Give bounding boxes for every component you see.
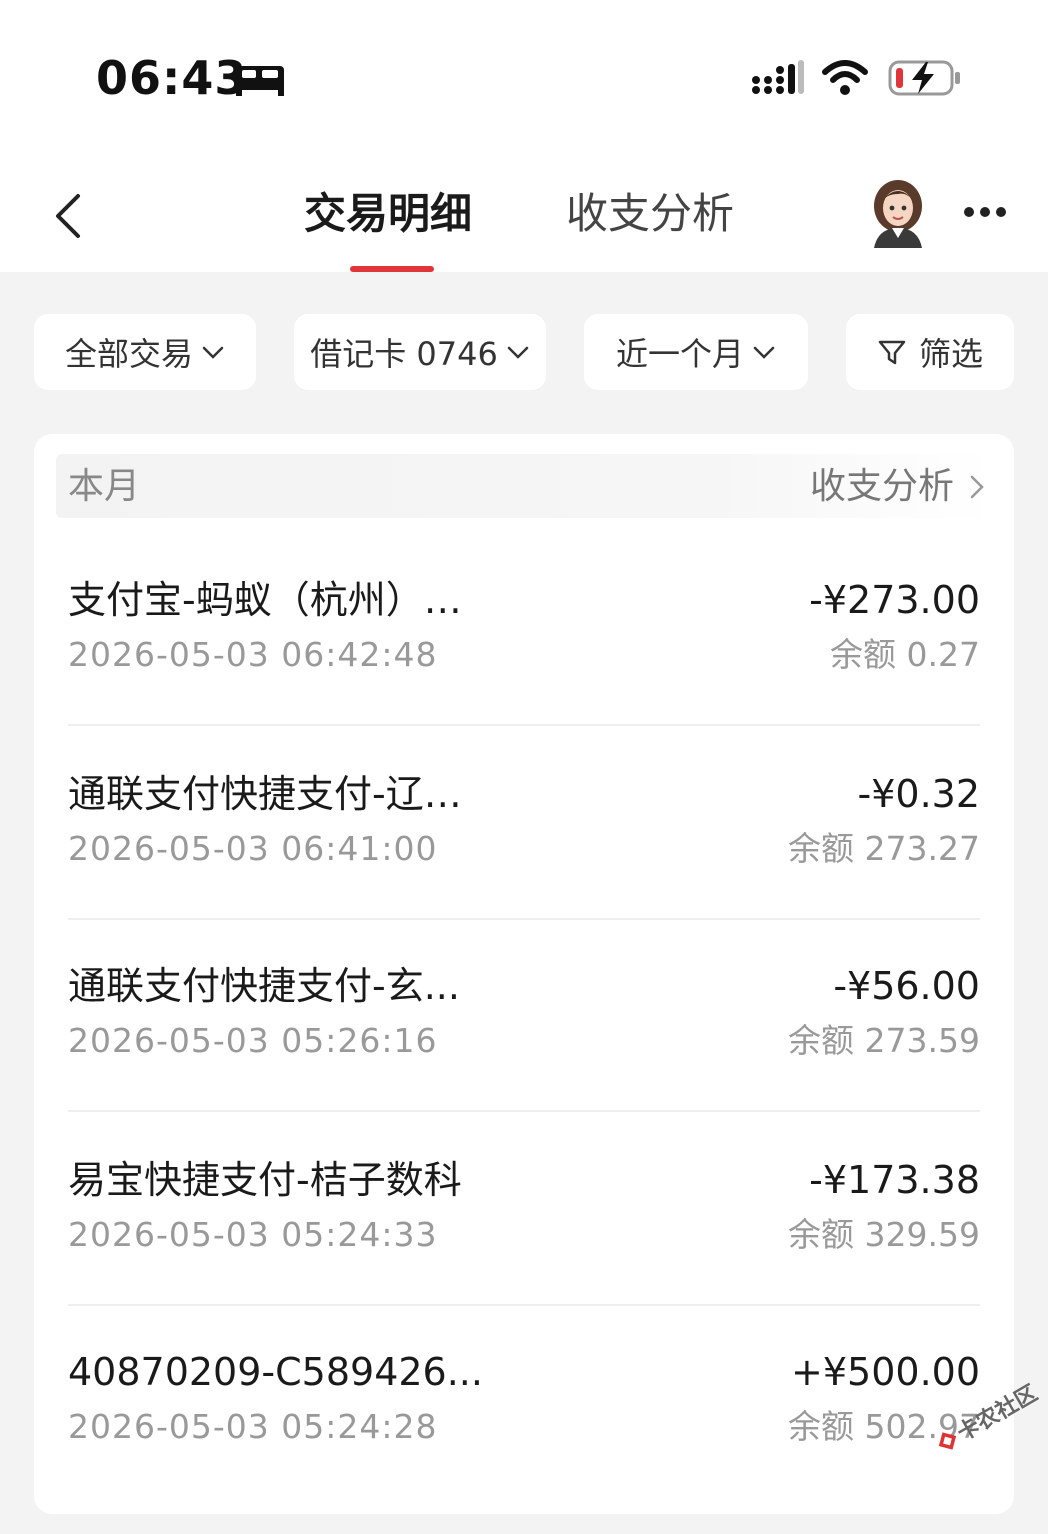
transaction-time: 2026-05-03 05:26:16 — [68, 1021, 438, 1060]
chevron-right-icon — [970, 475, 984, 499]
analysis-link-label: 收支分析 — [809, 466, 954, 507]
transaction-time: 2026-05-03 05:24:28 — [68, 1407, 438, 1446]
transaction-amount: -¥173.38 — [809, 1158, 980, 1202]
wifi-icon — [822, 60, 868, 95]
filter-label: 筛选 — [918, 335, 983, 373]
transaction-time: 2026-05-03 05:24:33 — [68, 1215, 438, 1254]
bed-icon — [236, 66, 284, 96]
transaction-list-card: 本月 收支分析 支付宝-蚂蚁（杭州）… 2026-05-03 06:42:48 … — [34, 434, 1014, 1514]
transaction-balance: 余额 0.27 — [830, 635, 980, 674]
month-section-header: 本月 收支分析 — [56, 454, 992, 518]
transaction-row[interactable]: 40870209-C589426... 2026-05-03 05:24:28 … — [34, 1342, 1014, 1534]
filter-all-transactions[interactable]: 全部交易 — [34, 314, 256, 390]
active-tab-indicator — [350, 266, 434, 272]
divider — [68, 1304, 980, 1306]
transaction-row[interactable]: 通联支付快捷支付-玄... 2026-05-03 05:26:16 -¥56.0… — [34, 956, 1014, 1148]
divider — [68, 724, 980, 726]
chevron-down-icon — [507, 346, 529, 359]
filter-label: 近一个月 — [615, 335, 744, 373]
transaction-title: 通联支付快捷支付-玄... — [68, 964, 460, 1008]
battery-charging-icon — [888, 60, 960, 96]
transaction-row[interactable]: 支付宝-蚂蚁（杭州）… 2026-05-03 06:42:48 -¥273.00… — [34, 570, 1014, 762]
tab-income-expense-analysis[interactable]: 收支分析 — [566, 184, 734, 244]
transaction-title: 通联支付快捷支付-辽… — [68, 772, 462, 816]
transaction-amount: -¥273.00 — [809, 578, 980, 622]
transaction-amount: -¥0.32 — [857, 772, 981, 816]
back-arrow-icon[interactable] — [50, 192, 86, 240]
transaction-title: 40870209-C589426... — [68, 1350, 483, 1394]
transaction-time: 2026-05-03 06:42:48 — [68, 635, 438, 674]
divider — [68, 918, 980, 920]
filter-label: 借记卡 0746 — [310, 335, 498, 373]
transaction-balance: 余额 329.59 — [788, 1215, 980, 1254]
transaction-balance: 余额 273.59 — [788, 1021, 980, 1060]
divider — [68, 1110, 980, 1112]
transaction-row[interactable]: 通联支付快捷支付-辽… 2026-05-03 06:41:00 -¥0.32 余… — [34, 764, 1014, 956]
chevron-down-icon — [753, 346, 775, 359]
filter-date-range[interactable]: 近一个月 — [584, 314, 808, 390]
transaction-title: 易宝快捷支付-桔子数科 — [68, 1158, 462, 1202]
analysis-link[interactable]: 收支分析 — [810, 462, 986, 512]
nav-header: 交易明细 收支分析 — [0, 150, 1048, 272]
tab-transaction-details[interactable]: 交易明细 — [304, 184, 472, 244]
filter-button[interactable]: 筛选 — [846, 314, 1014, 390]
transaction-time: 2026-05-03 06:41:00 — [68, 829, 438, 868]
filter-funnel-icon — [878, 340, 906, 365]
transaction-title: 支付宝-蚂蚁（杭州）… — [68, 578, 462, 622]
assistant-avatar[interactable] — [866, 176, 930, 248]
chevron-down-icon — [202, 346, 224, 359]
status-bar: 06:43 — [0, 0, 1048, 150]
more-options-icon[interactable] — [962, 200, 1008, 224]
transaction-amount: -¥56.00 — [833, 964, 980, 1008]
transaction-amount: +¥500.00 — [791, 1350, 980, 1394]
transaction-balance: 余额 273.27 — [788, 829, 980, 868]
signal-icon — [752, 60, 804, 94]
period-label: 本月 — [68, 466, 141, 507]
filter-label: 全部交易 — [64, 335, 193, 373]
status-time: 06:43 — [96, 51, 248, 105]
transaction-row[interactable]: 易宝快捷支付-桔子数科 2026-05-03 05:24:33 -¥173.38… — [34, 1150, 1014, 1342]
filter-debit-card[interactable]: 借记卡 0746 — [294, 314, 546, 390]
